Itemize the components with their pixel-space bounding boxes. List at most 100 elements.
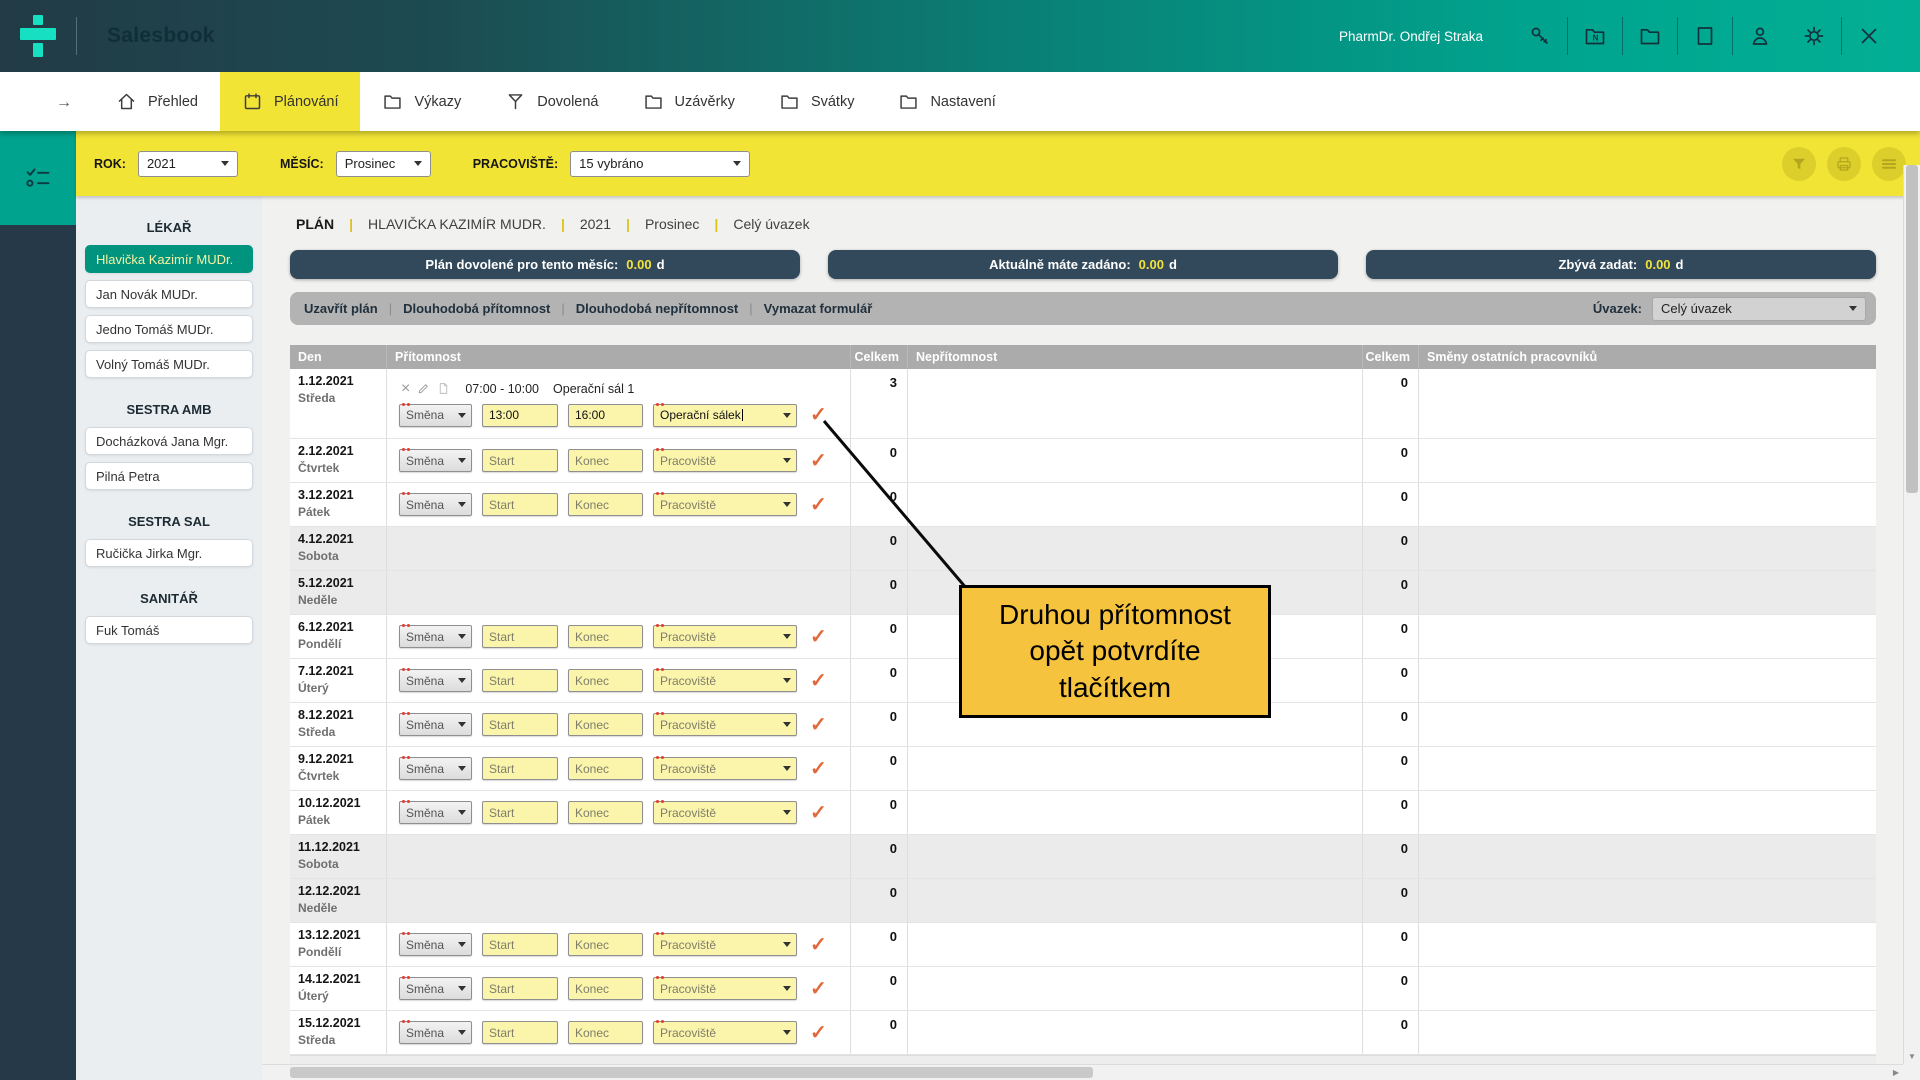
- scroll-down-arrow-icon[interactable]: ▼: [1904, 1052, 1920, 1061]
- confirm-button[interactable]: ✓: [810, 803, 827, 823]
- sidebar-item-dochazkova-jana-mgr[interactable]: Docházková Jana Mgr.: [85, 427, 253, 455]
- tab-nastaveni[interactable]: Nastavení: [876, 72, 1017, 131]
- pracoviste-select[interactable]: Pracoviště: [653, 756, 797, 780]
- header-close-button[interactable]: [1853, 24, 1885, 48]
- smena-select[interactable]: Směna: [399, 800, 472, 824]
- action-vymazat-formular[interactable]: Vymazat formulář: [764, 301, 873, 316]
- breadcrumb-item[interactable]: 2021: [580, 216, 611, 232]
- header-gear-button[interactable]: [1798, 24, 1830, 48]
- konec-input[interactable]: [568, 1021, 643, 1044]
- confirm-button[interactable]: ✓: [810, 671, 827, 691]
- start-input[interactable]: [482, 977, 558, 1000]
- konec-input[interactable]: [568, 449, 643, 472]
- tab-prehled[interactable]: Přehled: [94, 72, 220, 131]
- action-dlouhodoba-pritomnost[interactable]: Dlouhodobá přítomnost: [403, 301, 550, 316]
- pracoviste-select[interactable]: Operační sálek: [653, 402, 797, 427]
- rail-menu-button[interactable]: [0, 131, 76, 225]
- sidebar-item-rucicka-jirka-mgr[interactable]: Ručička Jirka Mgr.: [85, 539, 253, 567]
- start-input[interactable]: [482, 933, 558, 956]
- confirm-button[interactable]: ✓: [810, 495, 827, 515]
- start-input[interactable]: [482, 493, 558, 516]
- sidebar-item-jedno-tomas-mudr[interactable]: Jedno Tomáš MUDr.: [85, 315, 253, 343]
- start-input[interactable]: [482, 757, 558, 780]
- smena-select[interactable]: Směna: [399, 1020, 472, 1044]
- scroll-right-arrow-icon[interactable]: ▶: [1893, 1068, 1899, 1077]
- confirm-button[interactable]: ✓: [810, 935, 827, 955]
- smena-select[interactable]: Směna: [399, 976, 472, 1000]
- sidebar-item-pilna-petra[interactable]: Pilná Petra: [85, 462, 253, 490]
- arrow-right-icon[interactable]: →: [56, 94, 72, 112]
- printer-button[interactable]: [1827, 146, 1861, 181]
- menu-button[interactable]: [1872, 146, 1906, 181]
- confirm-button[interactable]: ✓: [810, 759, 827, 779]
- konec-input[interactable]: [568, 713, 643, 736]
- horizontal-scrollbar[interactable]: ▶: [262, 1064, 1903, 1080]
- konec-input[interactable]: [568, 801, 643, 824]
- header-folder-n-button[interactable]: N: [1579, 24, 1611, 48]
- smena-select[interactable]: Směna: [399, 756, 472, 780]
- smena-select[interactable]: Směna: [399, 448, 472, 472]
- smena-select[interactable]: Směna: [399, 624, 472, 648]
- konec-input[interactable]: [568, 493, 643, 516]
- vertical-scrollbar-thumb[interactable]: [1906, 165, 1918, 493]
- filter-select-rok[interactable]: 2021: [137, 150, 238, 177]
- smena-select[interactable]: Směna: [399, 402, 472, 427]
- filter-select-pracoviste[interactable]: 15 vybráno: [570, 150, 751, 177]
- start-input[interactable]: [482, 669, 558, 692]
- pracoviste-select[interactable]: Pracoviště: [653, 1020, 797, 1044]
- pracoviste-select[interactable]: Pracoviště: [653, 932, 797, 956]
- start-input[interactable]: [482, 1021, 558, 1044]
- pracoviste-select[interactable]: Pracoviště: [653, 976, 797, 1000]
- breadcrumb-item[interactable]: Prosinec: [645, 216, 699, 232]
- confirm-button[interactable]: ✓: [810, 715, 827, 735]
- konec-input[interactable]: [568, 625, 643, 648]
- tab-dovolena[interactable]: Dovolená: [483, 72, 620, 131]
- tab-planovani[interactable]: Plánování: [219, 72, 361, 131]
- action-uzavrit-plan[interactable]: Uzavřít plán: [304, 301, 378, 316]
- konec-input[interactable]: [568, 403, 643, 427]
- delete-entry-button[interactable]: ×: [401, 380, 410, 397]
- confirm-button[interactable]: ✓: [810, 405, 827, 425]
- edit-icon[interactable]: [417, 382, 430, 395]
- confirm-button[interactable]: ✓: [810, 1023, 827, 1043]
- breadcrumb-item[interactable]: Celý úvazek: [733, 216, 809, 232]
- sidebar-item-hlavicka-kazimir-mudr[interactable]: Hlavička Kazimír MUDr.: [85, 245, 253, 273]
- start-input[interactable]: [482, 449, 558, 472]
- copy-icon[interactable]: [437, 382, 450, 395]
- smena-select[interactable]: Směna: [399, 668, 472, 692]
- pracoviste-select[interactable]: Pracoviště: [653, 712, 797, 736]
- action-dlouhodoba-nepritomnost[interactable]: Dlouhodobá nepřítomnost: [576, 301, 738, 316]
- confirm-button[interactable]: ✓: [810, 979, 827, 999]
- breadcrumb-item[interactable]: HLAVIČKA KAZIMÍR MUDR.: [368, 216, 546, 232]
- pracoviste-select[interactable]: Pracoviště: [653, 448, 797, 472]
- smena-select[interactable]: Směna: [399, 932, 472, 956]
- header-key-button[interactable]: [1524, 24, 1556, 48]
- konec-input[interactable]: [568, 669, 643, 692]
- pracoviste-select[interactable]: Pracoviště: [653, 624, 797, 648]
- confirm-button[interactable]: ✓: [810, 627, 827, 647]
- sidebar-item-fuk-tomas[interactable]: Fuk Tomáš: [85, 616, 253, 644]
- vertical-scrollbar[interactable]: ▼: [1903, 165, 1920, 1064]
- tab-svatky[interactable]: Svátky: [757, 72, 877, 131]
- tab-uzaverky[interactable]: Uzávěrky: [621, 72, 757, 131]
- header-folder-button[interactable]: [1634, 24, 1666, 48]
- tab-vykazy[interactable]: Výkazy: [360, 72, 483, 131]
- start-input[interactable]: [482, 801, 558, 824]
- filter-select-mesic[interactable]: Prosinec: [335, 150, 431, 177]
- filter-button[interactable]: [1782, 146, 1816, 181]
- smena-select[interactable]: Směna: [399, 492, 472, 516]
- pracoviste-select[interactable]: Pracoviště: [653, 492, 797, 516]
- uvazek-select[interactable]: Celý úvazek: [1652, 296, 1866, 321]
- app-logo[interactable]: [0, 0, 76, 72]
- start-input[interactable]: [482, 713, 558, 736]
- header-person-button[interactable]: [1744, 24, 1776, 48]
- pracoviste-select[interactable]: Pracoviště: [653, 800, 797, 824]
- smena-select[interactable]: Směna: [399, 712, 472, 736]
- confirm-button[interactable]: ✓: [810, 451, 827, 471]
- konec-input[interactable]: [568, 933, 643, 956]
- konec-input[interactable]: [568, 757, 643, 780]
- pracoviste-select[interactable]: Pracoviště: [653, 668, 797, 692]
- sidebar-item-jan-novak-mudr[interactable]: Jan Novák MUDr.: [85, 280, 253, 308]
- horizontal-scrollbar-thumb[interactable]: [290, 1067, 1093, 1078]
- header-square-button[interactable]: [1689, 24, 1721, 48]
